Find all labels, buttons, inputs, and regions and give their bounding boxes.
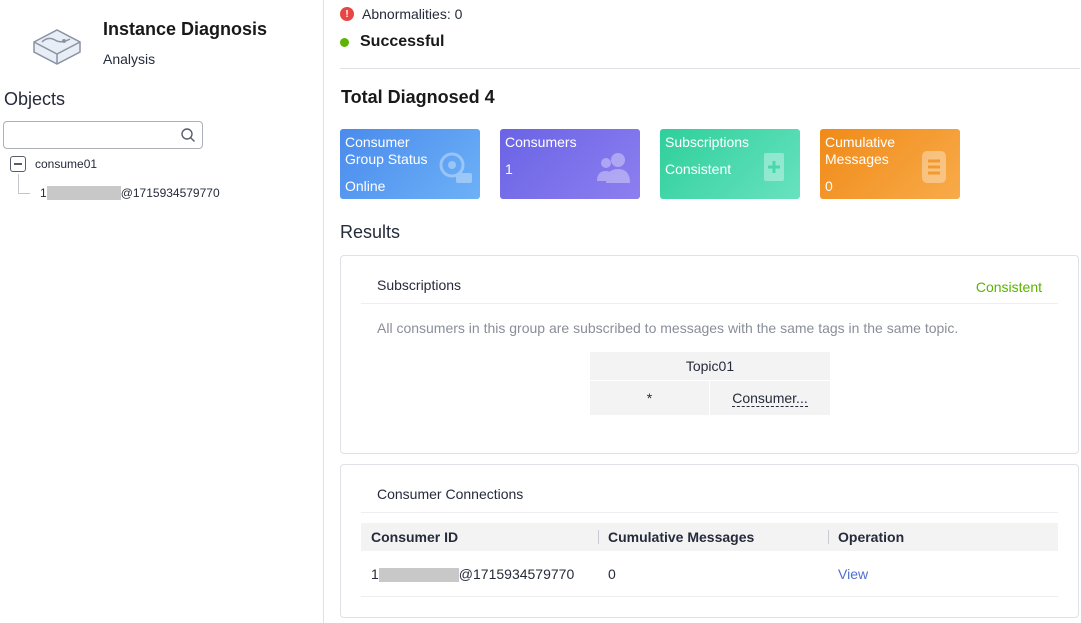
card-title: Subscriptions [665,134,750,150]
column-header-consumer-id: Consumer ID [371,529,459,545]
column-divider [598,530,599,544]
divider [340,68,1080,69]
column-header-operation: Operation [838,529,905,545]
tree-child-suffix: @1715934579770 [120,186,220,200]
card-title: Consumers [505,134,577,150]
tree-node-consumer-instance[interactable]: 1 @1715934579770 [40,186,220,200]
card-consumers: Consumers 1 [500,129,640,199]
tree-node-consumer-group[interactable]: consume01 [10,155,97,173]
column-divider [828,530,829,544]
table-row: * Consumer... [590,381,830,415]
consumer-connections-panel: Consumer Connections Consumer ID Cumulat… [340,464,1079,618]
abnormalities-text: Abnormalities: 0 [362,6,463,22]
consumer-id-suffix: @1715934579770 [458,566,575,582]
gears-icon [439,152,472,183]
view-link[interactable]: View [838,566,868,582]
table-row: 1 @1715934579770 0 View [361,551,1058,597]
table-header: Consumer ID Cumulative Messages Operatio… [361,523,1058,551]
consumer-id-cell: 1 @1715934579770 [371,566,575,583]
cumulative-messages-cell: 0 [608,566,616,582]
doc-add-icon [764,153,784,181]
card-title: Cumulative Messages [825,134,896,167]
card-value: Online [345,178,386,194]
panel-description: All consumers in this group are subscrib… [377,320,959,336]
collapse-icon[interactable] [10,156,26,172]
consumer-tooltip-link[interactable]: Consumer... [732,390,808,407]
total-diagnosed: Total Diagnosed 4 [341,87,495,107]
users-icon [597,153,630,183]
panel-title: Consumer Connections [377,486,524,502]
diagnosis-result-text: Successful [360,33,445,50]
list-icon [922,151,946,183]
tree-connector [18,174,30,194]
panel-header: Consumer Connections [361,465,1058,513]
tree-node-label: consume01 [35,157,98,171]
abnormalities-status: ! Abnormalities: 0 [340,6,462,22]
success-dot-icon [340,37,349,47]
objects-heading: Objects [4,89,66,109]
search-icon[interactable] [180,127,196,143]
panel-title: Subscriptions [377,277,462,293]
error-icon: ! [340,7,354,21]
card-title: Consumer Group Status [345,134,428,167]
tree-child-prefix: 1 [40,186,47,200]
diagnosis-logo-icon [33,29,81,65]
results-heading: Results [340,222,401,242]
subscriptions-panel: Subscriptions Consistent All consumers i… [340,255,1079,454]
left-panel: Instance Diagnosis Analysis Objects cons… [0,0,324,623]
column-header-cumulative-messages: Cumulative Messages [608,529,755,545]
card-consumer-group-status: Consumer Group Status Online [340,129,480,199]
connections-table: Consumer ID Cumulative Messages Operatio… [361,523,1058,597]
card-cumulative-messages: Cumulative Messages 0 [820,129,960,199]
diagnosis-result: Successful [340,33,444,51]
card-subscriptions: Subscriptions Consistent [660,129,800,199]
page-title: Instance Diagnosis [103,19,268,39]
object-search-input[interactable] [10,122,180,148]
card-value: Consistent [665,161,732,177]
redaction-mask [378,568,459,583]
panel-header: Subscriptions Consistent [361,256,1058,304]
consumer-id-prefix: 1 [371,566,379,582]
consumer-cell[interactable]: Consumer... [710,381,830,415]
status-badge: Consistent [975,279,1042,295]
redaction-mask [46,186,121,200]
card-value: 1 [505,161,513,177]
topic-table: Topic01 * Consumer... [590,352,830,415]
topic-header: Topic01 [590,352,830,380]
tag-cell: * [590,381,709,415]
card-value: 0 [825,178,833,194]
object-search-box[interactable] [3,121,203,149]
page-subtitle: Analysis [103,51,156,67]
